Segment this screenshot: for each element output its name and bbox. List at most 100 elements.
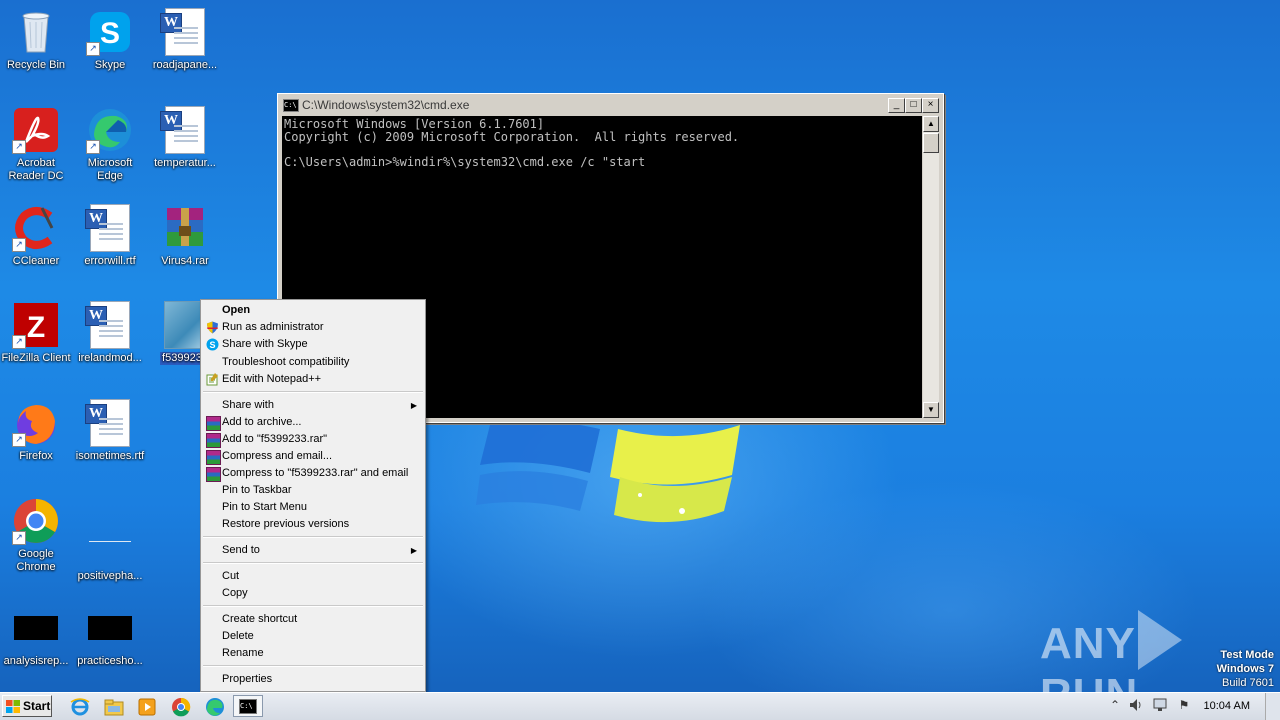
- menu-item-label: Restore previous versions: [222, 518, 350, 530]
- menu-item-rename[interactable]: Rename: [203, 645, 423, 662]
- desktop-icon-temperature[interactable]: W temperatur...: [149, 106, 221, 170]
- menu-item-add-to-rar[interactable]: Add to "f5399233.rar": [203, 431, 423, 448]
- minimize-button[interactable]: _: [888, 98, 905, 113]
- desktop-icon-label: positivepha...: [77, 570, 143, 582]
- menu-item-pin-to-start-menu[interactable]: Pin to Start Menu: [203, 499, 423, 516]
- desktop-icon-ccleaner[interactable]: ↗ CCleaner: [0, 204, 72, 268]
- show-desktop-button[interactable]: [1265, 693, 1280, 720]
- network-icon[interactable]: [1152, 696, 1168, 714]
- desktop-icon-roadjapanese[interactable]: W roadjapane...: [149, 8, 221, 72]
- scroll-thumb[interactable]: [923, 133, 939, 153]
- menu-item-pin-to-taskbar[interactable]: Pin to Taskbar: [203, 482, 423, 499]
- ccleaner-icon: ↗: [12, 204, 60, 252]
- desktop-icon-recycle-bin[interactable]: Recycle Bin: [0, 8, 72, 72]
- ie-icon[interactable]: [69, 696, 91, 718]
- play-icon: [1137, 610, 1182, 670]
- desktop[interactable]: Recycle Bin S ↗ Skype W roadjapane... ↗ …: [0, 0, 1280, 692]
- desktop-icon-label: Virus4.rar: [161, 255, 209, 267]
- chrome-icon[interactable]: [170, 696, 192, 718]
- cmd-vertical-scrollbar[interactable]: ▲ ▼: [923, 116, 939, 418]
- menu-item-share-with[interactable]: Share with ▶: [203, 397, 423, 414]
- taskbar: Start C:\ ⌃ ⚑ 10:04 AM: [0, 692, 1280, 720]
- media-player-icon[interactable]: [136, 696, 158, 718]
- desktop-icon-acrobat[interactable]: ↗ Acrobat Reader DC: [0, 106, 72, 183]
- scroll-down-button[interactable]: ▼: [923, 402, 939, 418]
- menu-item-delete[interactable]: Delete: [203, 628, 423, 645]
- taskbar-clock[interactable]: 10:04 AM: [1204, 700, 1250, 712]
- desktop-icon-isometimes[interactable]: W isometimes.rtf: [74, 399, 146, 463]
- cmd-titlebar[interactable]: C:\ C:\Windows\system32\cmd.exe _ □ ×: [280, 96, 941, 114]
- test-mode-line1: Test Mode: [1220, 649, 1274, 661]
- desktop-icon-errorwill[interactable]: W errorwill.rtf: [74, 204, 146, 268]
- menu-item-compress-to-rar-and-email[interactable]: Compress to "f5399233.rar" and email: [203, 465, 423, 482]
- firefox-icon: ↗: [12, 399, 60, 447]
- close-button[interactable]: ×: [922, 98, 939, 113]
- menu-item-label: Rename: [222, 647, 264, 659]
- maximize-button[interactable]: □: [905, 98, 922, 113]
- menu-separator: [203, 562, 423, 564]
- cmd-icon: C:\: [239, 699, 257, 714]
- desktop-icon-filezilla[interactable]: Z ↗ FileZilla Client: [0, 301, 72, 365]
- desktop-icon-label: Google Chrome: [16, 548, 56, 573]
- menu-item-cut[interactable]: Cut: [203, 568, 423, 585]
- menu-item-troubleshoot-compatibility[interactable]: Troubleshoot compatibility: [203, 354, 423, 371]
- desktop-icon-firefox[interactable]: ↗ Firefox: [0, 399, 72, 463]
- menu-item-compress-and-email[interactable]: Compress and email...: [203, 448, 423, 465]
- shortcut-arrow-icon: ↗: [12, 433, 26, 447]
- windows-flag-icon: [6, 700, 20, 713]
- edge-icon[interactable]: [204, 696, 226, 718]
- cmd-window-title: C:\Windows\system32\cmd.exe: [302, 98, 470, 112]
- menu-item-label: Compress to "f5399233.rar" and email: [222, 467, 409, 479]
- svg-text:S: S: [209, 340, 215, 350]
- menu-item-label: Share with Skype: [222, 338, 308, 350]
- menu-item-edit-with-notepadpp[interactable]: Edit with Notepad++: [203, 371, 423, 388]
- menu-item-label: Run as administrator: [222, 321, 324, 333]
- menu-item-label: Troubleshoot compatibility: [222, 356, 350, 368]
- menu-item-label: Copy: [222, 587, 248, 599]
- filezilla-icon: Z ↗: [12, 301, 60, 349]
- desktop-icon-edge[interactable]: ↗ Microsoft Edge: [74, 106, 146, 183]
- explorer-icon[interactable]: [103, 696, 125, 718]
- winrar-icon: [206, 433, 221, 448]
- shortcut-arrow-icon: ↗: [12, 238, 26, 252]
- desktop-icon-label: isometimes.rtf: [75, 450, 145, 462]
- desktop-icon-positivepha[interactable]: positivepha...: [74, 497, 146, 583]
- show-hidden-icons-button[interactable]: ⌃: [1107, 696, 1123, 714]
- menu-item-label: Send to: [222, 544, 260, 556]
- start-button[interactable]: Start: [2, 695, 52, 717]
- scroll-up-button[interactable]: ▲: [923, 116, 939, 132]
- desktop-icon-chrome[interactable]: ↗ Google Chrome: [0, 497, 72, 574]
- menu-separator: [203, 536, 423, 538]
- word-document-icon: W: [160, 8, 209, 56]
- menu-item-open[interactable]: Open: [203, 302, 423, 319]
- shortcut-arrow-icon: ↗: [12, 531, 26, 545]
- speaker-icon[interactable]: [1128, 696, 1144, 714]
- desktop-icon-irelandmod[interactable]: W irelandmod...: [74, 301, 146, 365]
- context-menu: Open Run as administrator S Share with S…: [200, 299, 426, 692]
- menu-item-label: Edit with Notepad++: [222, 373, 322, 385]
- menu-item-create-shortcut[interactable]: Create shortcut: [203, 611, 423, 628]
- menu-item-add-to-archive[interactable]: Add to archive...: [203, 414, 423, 431]
- desktop-icon-analysisrep[interactable]: analysisrep...: [0, 604, 72, 668]
- edge-icon: ↗: [86, 106, 134, 154]
- menu-item-label: Delete: [222, 630, 254, 642]
- svg-text:S: S: [100, 17, 120, 50]
- desktop-icon-virus4[interactable]: Virus4.rar: [149, 204, 221, 268]
- menu-item-share-with-skype[interactable]: S Share with Skype: [203, 336, 423, 353]
- desktop-icon-skype[interactable]: S ↗ Skype: [74, 8, 146, 72]
- menu-item-label: Pin to Taskbar: [222, 484, 292, 496]
- uac-shield-icon: [207, 321, 218, 334]
- menu-item-properties[interactable]: Properties: [203, 671, 423, 688]
- action-center-flag-icon[interactable]: ⚑: [1176, 696, 1192, 714]
- menu-item-label: Share with: [222, 399, 274, 411]
- test-mode-notice: Test Mode Windows 7 Build 7601: [1217, 648, 1274, 690]
- menu-item-copy[interactable]: Copy: [203, 585, 423, 602]
- menu-item-restore-previous-versions[interactable]: Restore previous versions: [203, 516, 423, 533]
- menu-item-send-to[interactable]: Send to ▶: [203, 542, 423, 559]
- desktop-icon-label: Acrobat Reader DC: [8, 157, 64, 182]
- desktop-icon-practicesho[interactable]: practicesho...: [74, 604, 146, 668]
- menu-separator: [203, 391, 423, 393]
- cmd-taskbar-button[interactable]: C:\: [233, 695, 263, 717]
- winrar-icon: [206, 450, 221, 465]
- menu-item-run-as-administrator[interactable]: Run as administrator: [203, 319, 423, 336]
